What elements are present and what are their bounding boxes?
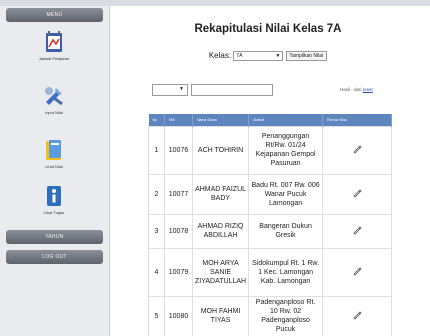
sidebar-header-menu: MENU: [6, 8, 103, 22]
result-info: Hasil - dari reset: [340, 87, 373, 92]
sidebar: MENU Jadwal Pelajaran Input Nilai Lihat …: [0, 6, 110, 336]
edit-pencil-icon[interactable]: [352, 310, 362, 320]
cell-nama: ACH TOHIRIN: [191, 125, 250, 175]
cell-rincian: [322, 247, 392, 297]
edit-pencil-icon[interactable]: [352, 188, 362, 198]
sidebar-item-label: Lihat Tugas: [43, 210, 65, 215]
rekap-table: No NIS Nama Siswa Alamat Rincian Nilai 1…: [148, 114, 392, 336]
col-header-alamat[interactable]: Alamat: [248, 114, 324, 126]
cell-alamat: Padenganploso Rt. 10 Rw. 02 Padenganplos…: [248, 295, 324, 336]
cell-alamat: Penanggungan Rt/Rw. 01/24 Kejapanan Gemp…: [248, 125, 324, 175]
cell-no: 1: [148, 125, 165, 175]
reset-link[interactable]: reset: [363, 87, 373, 92]
col-header-no[interactable]: No: [148, 114, 165, 126]
cell-nis: 10078: [164, 213, 193, 249]
info-icon: [47, 186, 61, 206]
col-header-rincian[interactable]: Rincian Nilai: [322, 114, 392, 126]
book-icon: [46, 140, 61, 160]
sidebar-item-lihat-nilai[interactable]: Lihat Nilai: [14, 138, 94, 169]
cell-no: 4: [148, 247, 165, 297]
table-row: 2 10077 AHMAD FAIZUL BADY Badu Rt. 007 R…: [148, 173, 392, 215]
cell-alamat: Bangeran Dukun Gresik: [248, 213, 324, 249]
table-row: 3 10078 AHMAD RIZIQ ABDILLAH Bangeran Du…: [148, 213, 392, 249]
cell-no: 5: [148, 295, 165, 336]
sidebar-header-logout[interactable]: LOG OUT: [6, 250, 103, 264]
tampilkan-nilai-button[interactable]: Tampilkan Nilai: [285, 51, 328, 61]
cell-nis: 10080: [164, 295, 193, 336]
page-title: Rekapitulasi Nilai Kelas 7A: [194, 23, 342, 35]
main-content: Rekapitulasi Nilai Kelas 7A Kelas: 7A ▼ T…: [118, 6, 418, 336]
cell-rincian: [322, 213, 392, 249]
col-header-nama[interactable]: Nama Siswa: [192, 114, 250, 126]
edit-pencil-icon[interactable]: [352, 144, 362, 154]
kelas-value: 7A: [236, 53, 243, 59]
sidebar-item-jadwal[interactable]: Jadwal Pelajaran: [14, 30, 94, 61]
table-row: 4 10079 MOH ARYA SANIE ZIYADATULLAH Sido…: [148, 247, 392, 297]
dropdown-arrow-icon: ▼: [275, 53, 281, 59]
tools-icon: [45, 87, 63, 106]
search-field-select[interactable]: ▼: [152, 84, 188, 96]
cell-rincian: [322, 295, 392, 336]
cell-nama: AHMAD FAIZUL BADY: [191, 173, 250, 215]
table-row: 1 10076 ACH TOHIRIN Penanggungan Rt/Rw. …: [148, 125, 392, 175]
sidebar-item-input-nilai[interactable]: Input Nilai: [14, 84, 94, 115]
cell-alamat: Badu Rt. 007 Rw. 006 Wanar Pucuk Lamonga…: [248, 173, 324, 215]
edit-pencil-icon[interactable]: [352, 225, 362, 235]
cell-rincian: [322, 173, 392, 215]
cell-nama: AHMAD RIZIQ ABDILLAH: [191, 213, 250, 249]
sidebar-item-label: Lihat Nilai: [45, 164, 63, 169]
kelas-select[interactable]: 7A ▼: [233, 51, 284, 61]
dropdown-arrow-icon: ▼: [179, 86, 184, 92]
edit-pencil-icon[interactable]: [352, 266, 362, 276]
cell-nis: 10076: [164, 125, 193, 175]
kelas-filter-row: Kelas: 7A ▼ Tampilkan Nilai: [118, 51, 418, 61]
table-row: 5 10080 MOH FAHMI TIYAS Padenganploso Rt…: [148, 295, 392, 336]
sidebar-header-tahun[interactable]: TAHUN: [6, 230, 103, 244]
sidebar-item-label: Jadwal Pelajaran: [38, 56, 70, 61]
calendar-icon: [46, 31, 62, 52]
cell-nama: MOH ARYA SANIE ZIYADATULLAH: [191, 247, 250, 297]
cell-alamat: Sidokumpul Rt. 1 Rw. 1 Kec. Lamongan Kab…: [248, 247, 324, 297]
cell-no: 3: [148, 213, 165, 249]
cell-nis: 10079: [164, 247, 193, 297]
col-header-nis[interactable]: NIS: [164, 114, 193, 126]
cell-rincian: [322, 125, 392, 175]
cell-nama: MOH FAHMI TIYAS: [191, 295, 250, 336]
cell-no: 2: [148, 173, 165, 215]
cell-nis: 10077: [164, 173, 193, 215]
table-header-row: No NIS Nama Siswa Alamat Rincian Nilai: [148, 114, 392, 126]
search-input[interactable]: [191, 84, 273, 96]
sidebar-item-lihat-tugas[interactable]: Lihat Tugas: [14, 184, 94, 215]
result-text: Hasil - dari: [340, 87, 362, 92]
kelas-label: Kelas:: [208, 51, 232, 61]
sidebar-item-label: Input Nilai: [45, 110, 63, 115]
